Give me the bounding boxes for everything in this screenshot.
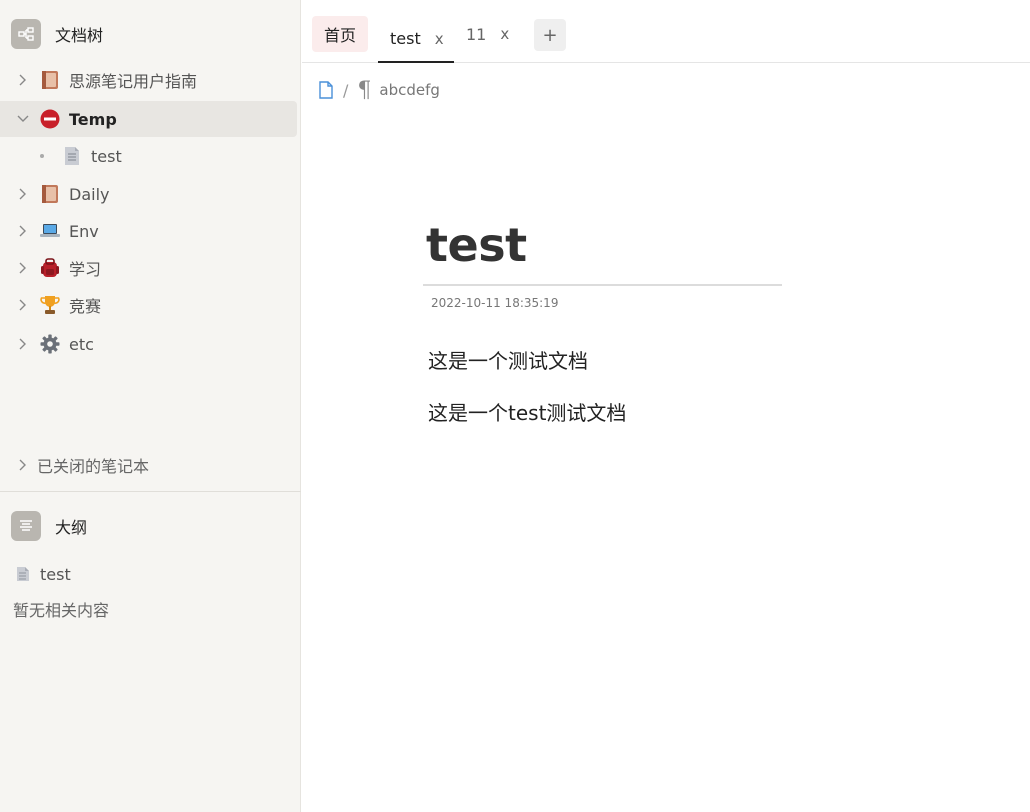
paragraph-icon: ¶ bbox=[357, 77, 372, 103]
document-icon bbox=[16, 566, 30, 582]
no-entry-icon bbox=[40, 109, 60, 129]
trophy-icon bbox=[40, 295, 60, 315]
tree-item-label: 竞赛 bbox=[69, 297, 102, 316]
laptop-icon bbox=[40, 221, 60, 241]
chevron-right-icon[interactable] bbox=[17, 188, 29, 200]
doc-tree-title: 文档树 bbox=[55, 26, 104, 45]
tree-item-etc[interactable]: etc bbox=[0, 326, 297, 362]
doc-tree-icon[interactable] bbox=[11, 19, 41, 49]
outline-title: 大纲 bbox=[55, 518, 88, 537]
chevron-right-icon[interactable] bbox=[17, 74, 29, 86]
close-icon[interactable]: x bbox=[500, 25, 509, 43]
outline-header: 大纲 bbox=[11, 511, 87, 541]
chevron-right-icon[interactable] bbox=[17, 299, 29, 311]
doc-tree-header: 文档树 bbox=[11, 19, 103, 49]
tree-item-competition[interactable]: 竞赛 bbox=[0, 287, 297, 323]
tree-item-label: Daily bbox=[69, 184, 110, 204]
tree-item-test[interactable]: test bbox=[0, 138, 297, 174]
document-timestamp: 2022-10-11 18:35:19 bbox=[431, 296, 559, 310]
tab-home[interactable]: 首页 bbox=[312, 16, 368, 52]
tab-test[interactable]: test x bbox=[378, 16, 454, 63]
book-icon bbox=[40, 184, 60, 204]
tab-label: 首页 bbox=[323, 26, 356, 45]
tree-item-daily[interactable]: Daily bbox=[0, 176, 297, 212]
tree-item-user-guide[interactable]: 思源笔记用户指南 bbox=[0, 62, 297, 98]
outline-icon[interactable] bbox=[11, 511, 41, 541]
paragraph-block[interactable]: 这是一个测试文档 bbox=[428, 345, 588, 374]
book-icon bbox=[40, 70, 60, 90]
tab-label: test bbox=[390, 29, 421, 48]
chevron-right-icon[interactable] bbox=[17, 459, 29, 471]
document-title[interactable]: test bbox=[426, 218, 527, 272]
close-icon[interactable]: x bbox=[435, 30, 444, 48]
file-icon[interactable] bbox=[318, 81, 334, 99]
add-tab-button[interactable]: + bbox=[534, 19, 566, 51]
tab-11[interactable]: 11 x bbox=[466, 16, 509, 52]
tree-item-label: 思源笔记用户指南 bbox=[69, 72, 198, 91]
tree-item-label: Env bbox=[69, 221, 99, 241]
tree-item-temp[interactable]: Temp bbox=[0, 101, 297, 137]
closed-notebooks-label: 已关闭的笔记本 bbox=[37, 457, 150, 476]
tab-label: 11 bbox=[466, 24, 487, 44]
panel-divider bbox=[0, 491, 301, 492]
tree-item-study[interactable]: 学习 bbox=[0, 250, 297, 286]
tree-item-env[interactable]: Env bbox=[0, 213, 297, 249]
breadcrumb-block[interactable]: abcdefg bbox=[379, 81, 440, 99]
outline-doc[interactable]: test bbox=[16, 563, 71, 585]
tree-item-label: Temp bbox=[69, 109, 117, 129]
closed-notebooks[interactable]: 已关闭的笔记本 bbox=[0, 447, 297, 483]
chevron-right-icon[interactable] bbox=[17, 262, 29, 274]
gear-icon bbox=[40, 334, 60, 354]
backpack-icon bbox=[40, 258, 60, 278]
tree-item-label: 学习 bbox=[69, 260, 102, 279]
leaf-dot bbox=[40, 154, 44, 158]
breadcrumb-separator: / bbox=[343, 80, 349, 100]
outline-empty-text: 暂无相关内容 bbox=[13, 601, 110, 620]
outline-doc-label: test bbox=[40, 564, 71, 584]
sidebar: 文档树 思源笔记用户指南 Temp test Daily Env 学习 竞赛 e… bbox=[0, 0, 301, 812]
title-underline bbox=[423, 284, 782, 286]
document-icon bbox=[62, 146, 82, 166]
chevron-right-icon[interactable] bbox=[17, 225, 29, 237]
tab-bar: 首页 test x 11 x + bbox=[302, 0, 1030, 63]
chevron-down-icon[interactable] bbox=[17, 113, 29, 125]
tree-item-label: etc bbox=[69, 334, 94, 354]
breadcrumb: / ¶ abcdefg bbox=[318, 77, 440, 103]
tree-item-label: test bbox=[91, 146, 122, 166]
chevron-right-icon[interactable] bbox=[17, 338, 29, 350]
paragraph-block[interactable]: 这是一个test测试文档 bbox=[428, 397, 626, 426]
